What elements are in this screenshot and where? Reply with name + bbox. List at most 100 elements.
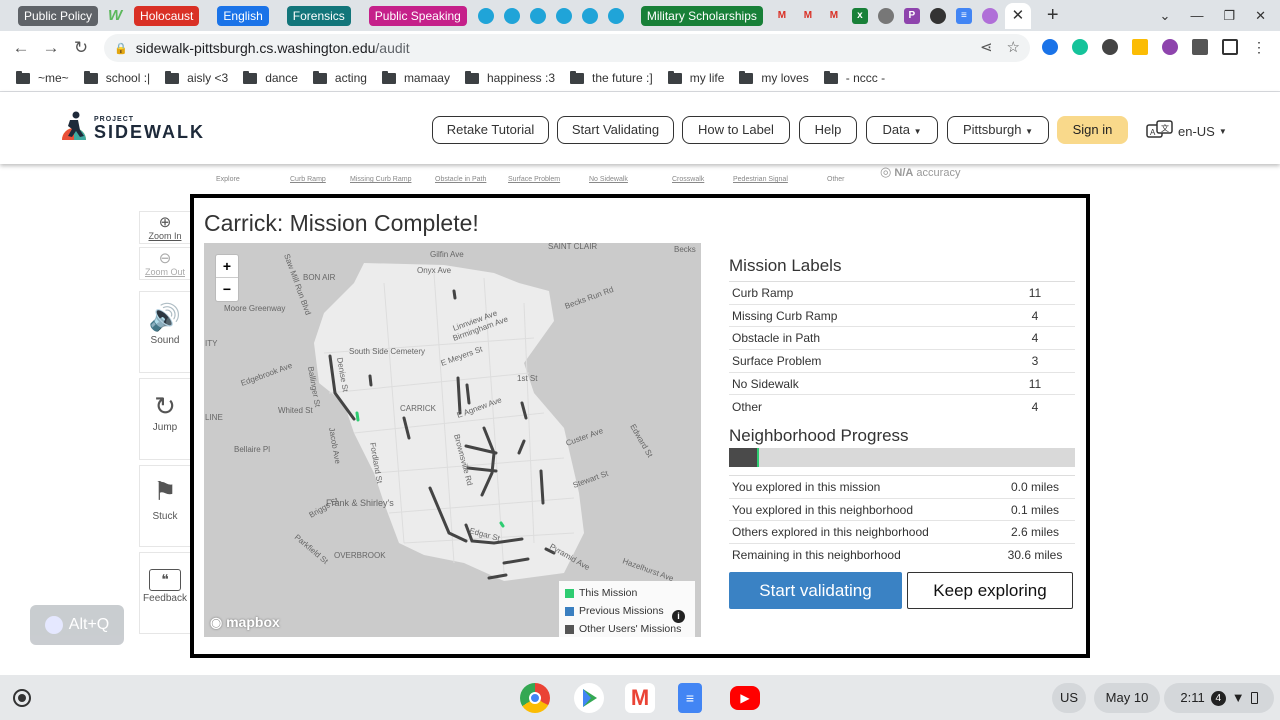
drive-icon[interactable] — [1132, 39, 1148, 55]
date-indicator[interactable]: May 10 — [1094, 683, 1160, 713]
bookmark-folder[interactable]: mamaay — [381, 70, 450, 85]
side-panel-icon[interactable] — [1222, 39, 1238, 55]
pedestrian-signal-label[interactable]: Pedestrian Signal — [733, 176, 788, 183]
logo-wordmark: PROJECT SIDEWALK — [94, 116, 205, 141]
map-zoom-out-button[interactable]: − — [216, 278, 238, 301]
canva-favicon-icon[interactable] — [607, 7, 624, 24]
tab-group-public-speaking[interactable]: Public Speaking — [368, 5, 467, 26]
zoom-in-button[interactable]: ⊕ Zoom In — [139, 211, 191, 244]
sign-in-button[interactable]: Sign in — [1057, 116, 1128, 144]
restore-icon[interactable]: ❐ — [1223, 8, 1235, 24]
city-dropdown[interactable]: Pittsburgh ▼ — [947, 116, 1049, 144]
no-sidewalk-label[interactable]: No Sidewalk — [589, 176, 628, 183]
canva-favicon-icon[interactable] — [581, 7, 598, 24]
canva-favicon-icon[interactable] — [555, 7, 572, 24]
status-tray[interactable]: 2:11 4 ▼ — [1164, 683, 1274, 713]
bookmark-folder[interactable]: aisly <3 — [165, 70, 228, 85]
forward-arrow-icon[interactable]: → — [36, 38, 66, 58]
missing-curb-ramp-label[interactable]: Missing Curb Ramp — [350, 176, 411, 183]
feedback-button[interactable]: ❝ Feedback — [139, 552, 191, 634]
back-arrow-icon[interactable]: ← — [6, 38, 36, 58]
mission-complete-modal: Carrick: Mission Complete! SAINT CLAIR B… — [190, 194, 1090, 658]
docs-app-icon[interactable]: ≡ — [678, 683, 702, 713]
folder-icon — [823, 70, 838, 84]
launcher-icon[interactable] — [13, 689, 31, 707]
start-validating-button[interactable]: Start validating — [729, 572, 902, 609]
keep-exploring-button[interactable]: Keep exploring — [907, 572, 1073, 609]
jump-button[interactable]: ↻ Jump — [139, 378, 191, 460]
other-label[interactable]: Other — [827, 176, 845, 183]
obstacle-label[interactable]: Obstacle in Path — [435, 176, 486, 183]
url-bar[interactable]: 🔒 sidewalk-pittsburgh.cs.washington.edu /… — [104, 34, 1030, 62]
chrome-app-icon[interactable] — [520, 683, 550, 713]
bookmark-folder[interactable]: - nccc - — [823, 70, 885, 85]
minimize-icon[interactable]: — — [1190, 8, 1203, 23]
map-zoom-in-button[interactable]: + — [216, 255, 238, 278]
canva-favicon-icon[interactable] — [503, 7, 520, 24]
mapbox-attribution[interactable]: ◉ mapbox — [210, 614, 280, 631]
chevron-down-icon[interactable]: ⌄ — [1160, 8, 1171, 24]
bookmark-folder[interactable]: ~me~ — [16, 70, 69, 85]
tab-group-forensics[interactable]: Forensics — [286, 5, 351, 26]
zoom-out-button[interactable]: ⊖ Zoom Out — [139, 247, 191, 280]
tab-group-english[interactable]: English — [217, 5, 269, 26]
gmail-app-icon[interactable]: M — [625, 683, 655, 713]
map-place-label: OVERBROOK — [334, 551, 386, 560]
gmail-favicon-icon[interactable]: M — [800, 8, 816, 24]
bookmark-folder[interactable]: my loves — [739, 70, 809, 85]
new-tab-icon[interactable]: + — [1047, 4, 1059, 27]
gmail-favicon-icon[interactable]: M — [826, 8, 842, 24]
curb-ramp-label[interactable]: Curb Ramp — [290, 176, 326, 183]
help-button[interactable]: Help — [799, 116, 857, 144]
mission-map[interactable]: SAINT CLAIR Becks Gilfin Ave Onyx Ave BO… — [204, 243, 701, 637]
project-sidewalk-logo[interactable]: PROJECT SIDEWALK — [58, 110, 205, 146]
globe-favicon-icon[interactable] — [877, 7, 894, 24]
alt-q-hint[interactable]: Alt+Q — [30, 605, 124, 645]
close-tab-icon[interactable]: ✕ — [1004, 2, 1031, 29]
alt-q-label: Alt+Q — [68, 616, 110, 633]
input-method-indicator[interactable]: US — [1052, 683, 1086, 713]
tab-group-military-scholarships[interactable]: Military Scholarships — [640, 5, 763, 26]
chrome-center-icon — [529, 692, 541, 704]
surface-problem-label[interactable]: Surface Problem — [508, 176, 560, 183]
s-favicon-icon[interactable] — [929, 7, 946, 24]
bookmark-folder[interactable]: happiness :3 — [464, 70, 555, 85]
puzzle-icon[interactable] — [1192, 39, 1208, 55]
info-icon[interactable]: i — [672, 610, 685, 623]
gmail-favicon-icon[interactable]: M — [774, 8, 790, 24]
bookmark-folder[interactable]: the future :] — [570, 70, 653, 85]
kebab-menu-icon[interactable]: ⋮ — [1252, 39, 1266, 55]
start-validating-nav-button[interactable]: Start Validating — [557, 116, 674, 144]
play-store-app-icon[interactable] — [574, 683, 604, 713]
language-dropdown[interactable]: 文 A en-US ▼ — [1146, 120, 1227, 142]
grammarly-icon[interactable] — [1072, 39, 1088, 55]
crosswalk-label[interactable]: Crosswalk — [672, 176, 704, 183]
close-window-icon[interactable]: ✕ — [1255, 8, 1266, 24]
docs-favicon-icon[interactable]: ≡ — [955, 7, 972, 24]
reload-icon[interactable]: ↻ — [66, 38, 96, 58]
tab-group-public-policy[interactable]: Public Policy — [18, 5, 99, 26]
bookmark-folder[interactable]: my life — [667, 70, 724, 85]
sound-button[interactable]: 🔊 Sound — [139, 291, 191, 373]
app-favicon-icon[interactable]: P — [903, 7, 920, 24]
youtube-app-icon[interactable]: ▶ — [730, 686, 760, 710]
share-icon[interactable]: ⋖ — [980, 38, 993, 56]
retake-tutorial-button[interactable]: Retake Tutorial — [432, 116, 549, 144]
sidewalk-favicon-icon[interactable] — [981, 7, 998, 24]
how-to-label-button[interactable]: How to Label — [682, 116, 790, 144]
extension-icon[interactable] — [1162, 39, 1178, 55]
bookmark-folder[interactable]: school :| — [83, 70, 150, 85]
stuck-button[interactable]: ⚑ Stuck — [139, 465, 191, 547]
canva-favicon-icon[interactable] — [529, 7, 546, 24]
extension-icon[interactable] — [1042, 39, 1058, 55]
bookmark-star-icon[interactable]: ☆ — [1007, 38, 1020, 56]
extension-icon[interactable] — [1102, 39, 1118, 55]
bookmark-folder[interactable]: dance — [243, 70, 298, 85]
tab-group-holocaust[interactable]: Holocaust — [134, 5, 200, 26]
data-dropdown[interactable]: Data ▼ — [866, 116, 938, 144]
caret-down-icon: ▼ — [913, 127, 922, 136]
canva-favicon-icon[interactable] — [477, 7, 494, 24]
w-favicon-icon[interactable]: W — [104, 6, 126, 26]
bookmark-folder[interactable]: acting — [312, 70, 367, 85]
sheets-favicon-icon[interactable]: x — [851, 7, 868, 24]
